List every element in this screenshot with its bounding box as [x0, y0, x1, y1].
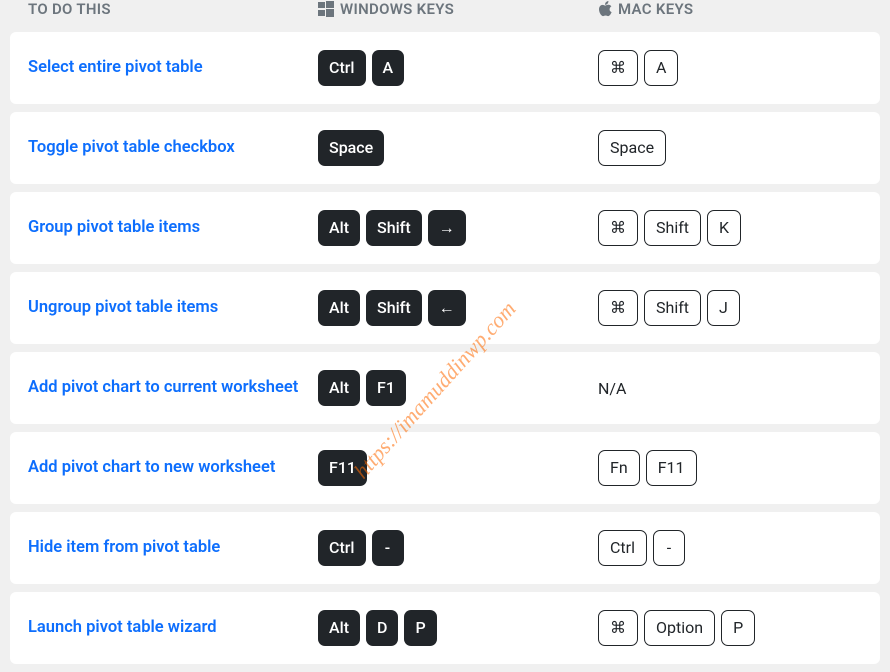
table-row: Add pivot chart to new worksheetF11FnF11 — [10, 432, 880, 504]
key-dark: Alt — [318, 610, 360, 646]
key-light: F11 — [646, 450, 697, 486]
key-dark: D — [366, 610, 398, 646]
key-light: ⌘ — [598, 290, 638, 326]
key-light: J — [707, 290, 740, 326]
key-dark: Shift — [366, 210, 422, 246]
mac-keys: N/A — [598, 379, 862, 398]
table-row: Hide item from pivot tableCtrl-Ctrl- — [10, 512, 880, 584]
key-light: Option — [644, 610, 715, 646]
table-row: Group pivot table itemsAltShift→⌘ShiftK — [10, 192, 880, 264]
action-link[interactable]: Ungroup pivot table items — [28, 298, 218, 317]
key-dark: F11 — [318, 450, 367, 486]
key-dark: → — [428, 210, 466, 246]
mac-keys: ⌘A — [598, 50, 862, 86]
windows-keys: AltShift→ — [318, 210, 598, 246]
windows-keys: Space — [318, 130, 598, 166]
key-dark: Ctrl — [318, 50, 366, 86]
key-dark: Ctrl — [318, 530, 366, 566]
key-light: - — [653, 530, 685, 566]
mac-keys: ⌘ShiftK — [598, 210, 862, 246]
key-dark: Shift — [366, 290, 422, 326]
action-link[interactable]: Add pivot chart to current worksheet — [28, 378, 298, 397]
windows-keys: F11 — [318, 450, 598, 486]
key-light: Shift — [644, 290, 701, 326]
header-mac-label: Mac Keys — [618, 0, 693, 18]
na-text: N/A — [598, 379, 626, 398]
action-link[interactable]: Select entire pivot table — [28, 58, 203, 77]
key-dark: F1 — [366, 370, 406, 406]
table-header-row: To Do This Windows Keys Mac Keys — [10, 0, 880, 28]
mac-keys: ⌘OptionP — [598, 610, 862, 646]
key-dark: Space — [318, 130, 384, 166]
key-dark: Alt — [318, 370, 360, 406]
mac-keys: Ctrl- — [598, 530, 862, 566]
action-link[interactable]: Hide item from pivot table — [28, 538, 220, 557]
key-dark: A — [372, 50, 405, 86]
windows-keys: Ctrl- — [318, 530, 598, 566]
key-dark: Alt — [318, 210, 360, 246]
action-link[interactable]: Launch pivot table wizard — [28, 618, 217, 637]
table-row: Toggle pivot table checkbox Space Space — [10, 112, 880, 184]
mac-keys: FnF11 — [598, 450, 862, 486]
windows-keys: AltDP — [318, 610, 598, 646]
key-dark: P — [404, 610, 436, 646]
header-windows: Windows Keys — [318, 0, 598, 18]
apple-icon — [598, 1, 612, 17]
key-light: Fn — [598, 450, 640, 486]
key-light: ⌘ — [598, 610, 638, 646]
table-row: Add pivot chart to current worksheet AltF… — [10, 352, 880, 424]
key-dark: ← — [428, 290, 466, 326]
table-row: Select entire pivot tableCtrlA⌘A — [10, 32, 880, 104]
key-light: A — [644, 50, 678, 86]
windows-keys: CtrlA — [318, 50, 598, 86]
header-action-label: To Do This — [28, 0, 111, 18]
table-row: Launch pivot table wizardAltDP⌘OptionP — [10, 592, 880, 664]
key-dark: - — [372, 530, 404, 566]
header-action: To Do This — [28, 0, 318, 18]
mac-keys: Space — [598, 130, 862, 166]
key-light: Ctrl — [598, 530, 647, 566]
key-light: ⌘ — [598, 50, 638, 86]
key-light: K — [707, 210, 741, 246]
key-light: Space — [598, 130, 666, 166]
table-row: Ungroup pivot table itemsAltShift←⌘Shift… — [10, 272, 880, 344]
header-mac: Mac Keys — [598, 0, 862, 18]
windows-keys: AltF1 — [318, 370, 598, 406]
windows-icon — [318, 1, 334, 17]
key-dark: Alt — [318, 290, 360, 326]
key-light: ⌘ — [598, 210, 638, 246]
action-link[interactable]: Toggle pivot table checkbox — [28, 138, 235, 157]
action-link[interactable]: Add pivot chart to new worksheet — [28, 458, 275, 477]
header-windows-label: Windows Keys — [340, 0, 454, 18]
key-light: Shift — [644, 210, 701, 246]
key-light: P — [721, 610, 755, 646]
shortcuts-table: To Do This Windows Keys Mac Keys Select … — [0, 0, 890, 664]
windows-keys: AltShift← — [318, 290, 598, 326]
action-link[interactable]: Group pivot table items — [28, 218, 200, 237]
mac-keys: ⌘ShiftJ — [598, 290, 862, 326]
